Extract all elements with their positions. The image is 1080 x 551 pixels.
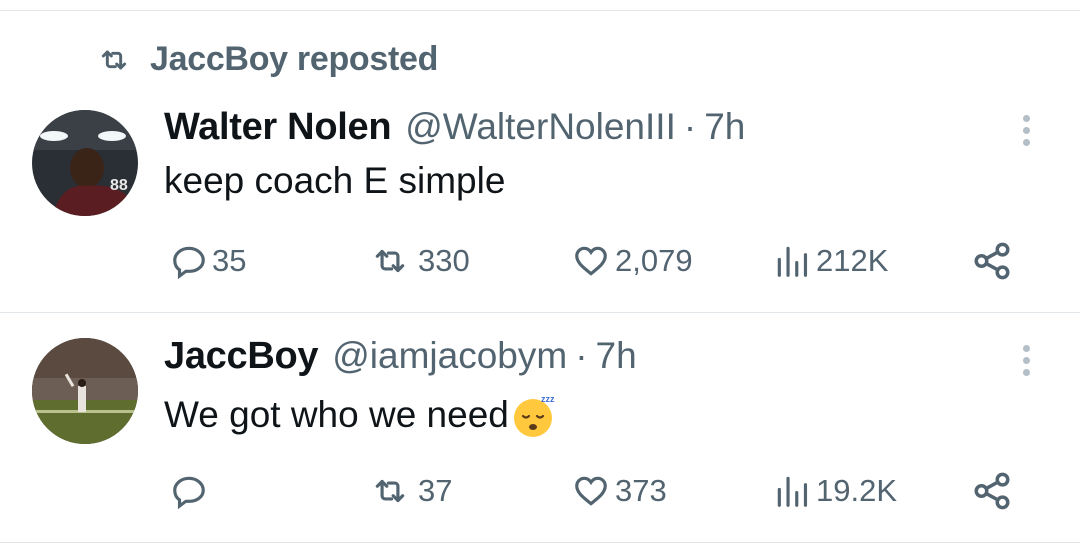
repost-count: 330	[418, 243, 470, 278]
like-button[interactable]: 373	[571, 472, 667, 510]
bottom-divider	[0, 542, 1080, 543]
reply-button[interactable]	[170, 472, 212, 510]
author-name[interactable]: JaccBoy	[164, 335, 319, 378]
more-options-button[interactable]	[1017, 345, 1035, 376]
repost-icon	[375, 479, 405, 503]
sleeping-face-icon: zzz	[513, 394, 555, 437]
repost-button[interactable]: 37	[366, 472, 452, 510]
svg-text:zzz: zzz	[541, 394, 555, 404]
reply-button[interactable]: 35	[170, 242, 246, 280]
tweet-text: We got who we need 😴 zzz	[164, 390, 561, 440]
author-handle[interactable]: @iamjacobym	[332, 335, 567, 377]
svg-text:88: 88	[110, 177, 128, 194]
share-button[interactable]	[970, 240, 1014, 282]
top-divider	[0, 10, 1080, 11]
separator-dot: ·	[575, 335, 588, 376]
timestamp[interactable]: 7h	[596, 335, 637, 377]
repost-count: 37	[418, 473, 453, 508]
repost-indicator[interactable]: JaccBoy reposted	[94, 40, 438, 79]
tweet-text: keep coach E simple	[164, 160, 505, 202]
reply-icon	[173, 476, 205, 510]
like-count: 2,079	[615, 243, 693, 278]
views-icon	[777, 476, 808, 507]
tweet-text-content: keep coach E simple	[164, 160, 506, 201]
repost-label: JaccBoy reposted	[150, 40, 439, 78]
more-dot	[1022, 357, 1030, 364]
views-count: 212K	[816, 243, 889, 278]
separator-dot: ·	[683, 106, 697, 147]
repost-icon	[101, 50, 127, 69]
views-button[interactable]: 19.2K	[772, 472, 897, 510]
like-count: 373	[615, 473, 667, 508]
avatar[interactable]: 88	[32, 110, 138, 216]
views-count: 19.2K	[816, 473, 898, 508]
avatar[interactable]	[32, 338, 138, 444]
views-button[interactable]: 212K	[772, 242, 888, 280]
timestamp[interactable]: 7h	[704, 106, 745, 148]
tweet-text-content: We got who we need	[164, 394, 509, 435]
share-icon	[974, 242, 1010, 280]
more-dot	[1022, 115, 1030, 122]
tweet-header: JaccBoy @iamjacobym · 7h	[164, 335, 637, 378]
repost-icon	[375, 249, 405, 273]
tweet-divider	[0, 312, 1080, 313]
views-icon	[777, 246, 808, 277]
share-button[interactable]	[970, 470, 1014, 512]
more-dot	[1022, 139, 1030, 146]
more-dot	[1022, 345, 1030, 352]
author-handle[interactable]: @WalterNolenIII	[405, 106, 676, 148]
more-dot	[1022, 127, 1030, 134]
like-button[interactable]: 2,079	[571, 242, 693, 280]
author-name[interactable]: Walter Nolen	[164, 106, 392, 149]
more-dot	[1022, 369, 1030, 376]
reply-icon	[173, 246, 205, 280]
tweet-header: Walter Nolen @WalterNolenIII · 7h	[164, 106, 745, 149]
heart-icon	[575, 476, 607, 506]
repost-button[interactable]: 330	[366, 242, 470, 280]
share-icon	[974, 472, 1010, 510]
heart-icon	[575, 246, 607, 276]
reply-count: 35	[212, 243, 247, 278]
more-options-button[interactable]	[1017, 115, 1035, 146]
